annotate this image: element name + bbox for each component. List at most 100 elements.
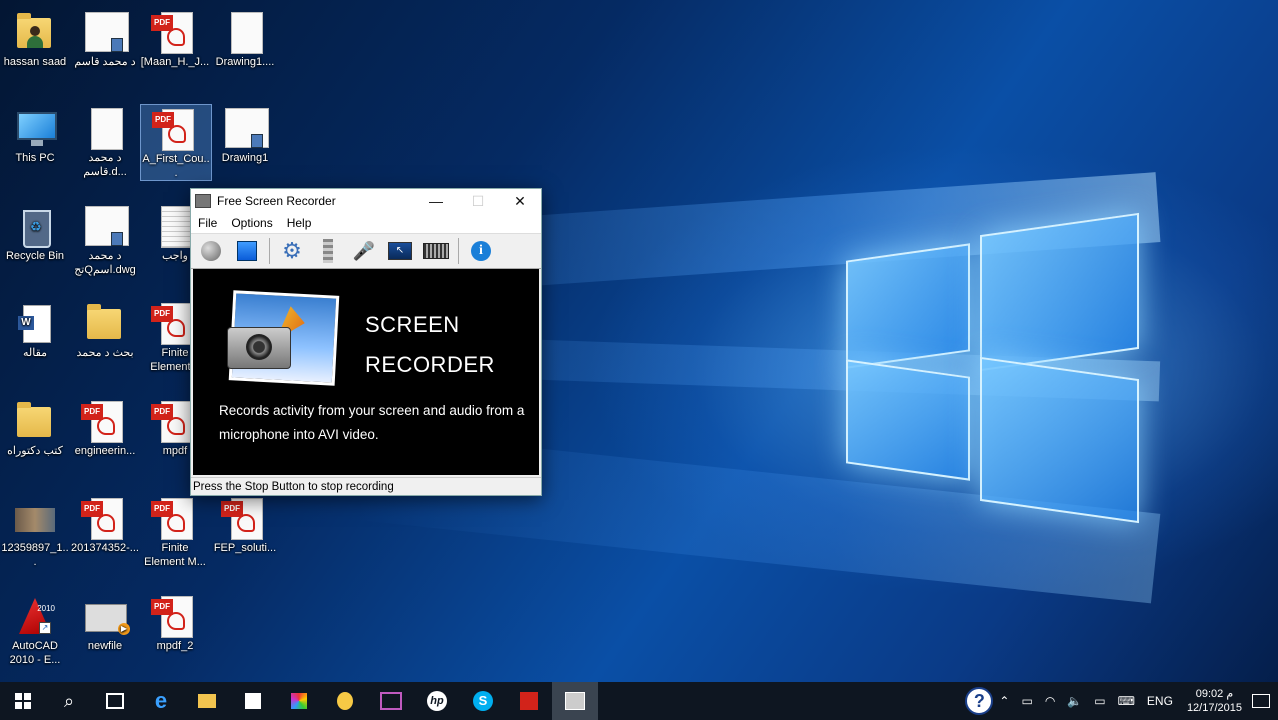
capture-area-button[interactable]: ↖: [386, 237, 414, 265]
taskbar-store[interactable]: [230, 682, 276, 720]
taskbar-screen-recorder[interactable]: [552, 682, 598, 720]
language-indicator[interactable]: ENG: [1147, 694, 1173, 708]
desktop-icon-word-doc[interactable]: مقاله: [0, 299, 70, 360]
menu-options[interactable]: Options: [224, 216, 279, 230]
desktop-icon-image[interactable]: 12359897_1...: [0, 494, 70, 569]
clock-date: 12/17/2015: [1186, 702, 1242, 714]
word-document-icon: [15, 303, 55, 343]
camera-icon: [227, 327, 291, 369]
desktop-icon-label: د محمد تجQاسم.dwg: [74, 250, 136, 276]
desktop-icon-label: A_First_Cou...: [142, 153, 210, 179]
desktop-icon-label: [Maan_H._J...: [140, 56, 210, 68]
recorder-toolbar: ⚙ 🎤 ↖ i: [191, 233, 541, 269]
message-icon[interactable]: ▭: [1094, 694, 1105, 708]
status-bar: Press the Stop Button to stop recording: [191, 477, 541, 495]
app-icon: [337, 692, 353, 710]
start-button[interactable]: [0, 682, 46, 720]
desktop-icon-pdf[interactable]: PDF 201374352-...: [70, 494, 140, 555]
taskbar-hp[interactable]: hp: [414, 682, 460, 720]
clock-time: 09:02 م: [1195, 688, 1234, 700]
desktop-icon-video[interactable]: newfile: [70, 592, 140, 653]
desktop-icon-folder[interactable]: كتب دكتوراه: [0, 397, 70, 458]
desktop-icon-folder[interactable]: بحث د محمد: [70, 299, 140, 360]
wifi-icon[interactable]: ◠: [1045, 694, 1055, 708]
pdf-file-icon: PDF: [151, 303, 195, 345]
recorder-titlebar[interactable]: Free Screen Recorder — ☐ ✕: [191, 189, 541, 213]
recorder-app-icon: [195, 194, 211, 208]
taskbar-photos-app[interactable]: [276, 682, 322, 720]
desktop-icon-label: د محمد قاسم: [74, 56, 136, 68]
toolbar-separator: [458, 238, 459, 264]
battery-icon[interactable]: ▭: [1021, 694, 1032, 708]
desktop-icon-label: mpdf_2: [156, 640, 194, 652]
record-icon: [201, 241, 221, 261]
close-button[interactable]: ✕: [499, 189, 541, 213]
keyboard-icon[interactable]: ⌨: [1118, 694, 1135, 708]
settings-button[interactable]: ⚙: [278, 237, 306, 265]
chevron-up-icon[interactable]: ⌃: [999, 694, 1009, 708]
desktop-icon-pdf[interactable]: PDF Finite Element M...: [140, 494, 210, 569]
audio-settings-button[interactable]: 🎤: [350, 237, 378, 265]
windows-logo-icon: [15, 693, 31, 709]
desktop-icon-dwg[interactable]: د محمد قاسم: [70, 8, 140, 69]
pdf-tag: PDF: [81, 404, 103, 420]
desktop-icon-dwg[interactable]: د محمد تجQاسم.dwg: [70, 202, 140, 277]
blank-document-icon: [225, 12, 265, 54]
recorder-window[interactable]: Free Screen Recorder — ☐ ✕ File Options …: [190, 188, 542, 496]
user-folder-icon: [15, 12, 55, 52]
desktop-icon-pdf[interactable]: PDF FEP_soluti...: [210, 494, 280, 555]
desktop-icon-recycle-bin[interactable]: Recycle Bin: [0, 202, 70, 263]
shortcut-arrow-icon: ↗: [39, 622, 51, 634]
taskbar-presentation-app[interactable]: [368, 682, 414, 720]
desktop-icon-label: د محمد قاسم.d...: [83, 152, 127, 178]
screen-capture-icon: ↖: [388, 242, 412, 260]
folder-icon: [85, 303, 125, 343]
pdf-tag: PDF: [151, 15, 173, 31]
clock[interactable]: 09:02 م 12/17/2015: [1187, 687, 1242, 715]
menu-file[interactable]: File: [191, 216, 224, 230]
autocad-icon: 2010 ↗: [15, 596, 55, 636]
desktop-icon-pdf[interactable]: PDF [Maan_H._J...: [140, 8, 210, 69]
skype-icon: S: [473, 691, 493, 711]
pdf-file-icon: PDF: [151, 596, 195, 638]
dwg-file-icon: [85, 12, 129, 52]
menu-help[interactable]: Help: [280, 216, 319, 230]
desktop-icon-label: hassan saad: [3, 56, 67, 68]
pdf-tag: PDF: [151, 306, 173, 322]
banner-description: Records activity from your screen and au…: [219, 403, 525, 442]
hotkeys-button[interactable]: [422, 237, 450, 265]
search-button[interactable]: ⌕: [46, 682, 92, 720]
taskbar-skype[interactable]: S: [460, 682, 506, 720]
desktop-icon-pdf[interactable]: PDF engineerin...: [70, 397, 140, 458]
desktop-icon-this-pc[interactable]: This PC: [0, 104, 70, 165]
help-icon[interactable]: ?: [965, 687, 994, 715]
notifications-icon[interactable]: [1252, 694, 1270, 708]
taskbar-edge[interactable]: e: [138, 682, 184, 720]
info-icon: i: [471, 241, 491, 261]
desktop-icon-user-folder[interactable]: hassan saad: [0, 8, 70, 69]
stop-button[interactable]: [233, 237, 261, 265]
maximize-button: ☐: [471, 193, 485, 209]
recorder-banner: SCREEN RECORDER Records activity from yo…: [193, 269, 539, 475]
colorful-app-icon: [291, 693, 307, 709]
desktop-icon-pdf[interactable]: PDF mpdf_2: [140, 592, 210, 653]
desktop-icon-dwg[interactable]: Drawing1: [210, 104, 280, 165]
taskbar-file-explorer[interactable]: [184, 682, 230, 720]
record-button[interactable]: [197, 237, 225, 265]
wallpaper-windows-logo-pane: [980, 212, 1139, 372]
desktop-icon-autocad[interactable]: 2010 ↗ AutoCAD 2010 - E...: [0, 592, 70, 667]
desktop-icon-document[interactable]: د محمد قاسم.d...: [70, 104, 140, 179]
volume-icon[interactable]: 🔈: [1067, 694, 1082, 708]
taskbar-app[interactable]: [322, 682, 368, 720]
desktop-icon-document[interactable]: Drawing1....: [210, 8, 280, 69]
desktop-icon-label: بحث د محمد: [76, 347, 134, 359]
task-view-button[interactable]: [92, 682, 138, 720]
toolbar-separator: [269, 238, 270, 264]
minimize-button[interactable]: —: [415, 189, 457, 213]
about-button[interactable]: i: [467, 237, 495, 265]
desktop-icon-pdf-selected[interactable]: PDF A_First_Cou...: [140, 104, 212, 181]
search-icon: ⌕: [63, 690, 75, 711]
microphone-icon: 🎤: [352, 240, 376, 261]
taskbar-acrobat[interactable]: [506, 682, 552, 720]
video-settings-button[interactable]: [314, 237, 342, 265]
